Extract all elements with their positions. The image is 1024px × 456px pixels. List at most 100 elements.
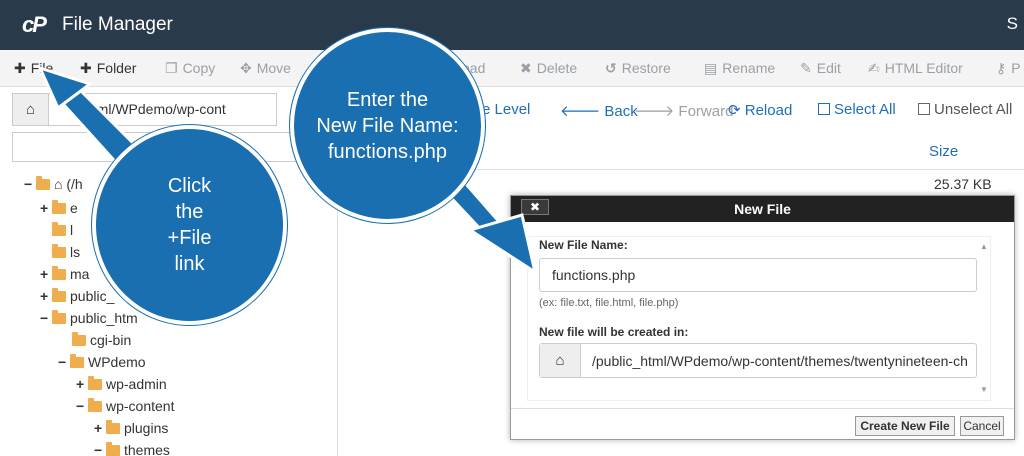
location-input[interactable]: /public_html/WPdemo/wp-content/themes/tw…	[592, 353, 972, 369]
reload-icon: ⟳	[728, 102, 741, 119]
dialog-title: New File	[511, 196, 1014, 222]
restore-label: Restore	[621, 60, 671, 76]
new-file-label: File	[30, 60, 54, 76]
file-name-input[interactable]: functions.php	[539, 258, 977, 292]
edit-button[interactable]: ✎ Edit	[800, 60, 841, 77]
folder-icon	[52, 266, 66, 280]
tree-label: wp-content	[106, 398, 175, 414]
forward-link[interactable]: 🡒 Forward	[634, 101, 733, 120]
app-title: File Manager	[62, 14, 173, 35]
tree-label: l	[70, 222, 74, 238]
reload-link[interactable]: ⟳ Reload	[728, 101, 792, 119]
collapse-toggle[interactable]: −	[58, 354, 70, 370]
rename-button[interactable]: ▤ Rename	[704, 60, 775, 77]
reload-label: Reload	[744, 102, 793, 119]
new-folder-label: Folder	[96, 60, 137, 76]
unselect-all-link[interactable]: Unselect All	[918, 101, 1012, 118]
path-input-group: ⌂ html/WPdemo/wp-cont	[12, 93, 277, 126]
tree-item-public-ftp[interactable]: + public_	[40, 288, 114, 304]
home-icon[interactable]: ⌂	[13, 94, 49, 125]
scroll-down-icon[interactable]: ▼	[980, 385, 988, 394]
tree-item-root[interactable]: − ⌂ (/h	[24, 176, 83, 192]
folder-icon	[72, 332, 86, 346]
tree-label: plugins	[124, 420, 169, 436]
checkbox-icon	[918, 103, 930, 115]
new-file-dialog: New File ✖ New File Name: functions.php …	[510, 195, 1015, 440]
back-link[interactable]: 🡐 Back	[560, 101, 638, 120]
expand-toggle[interactable]: +	[40, 266, 52, 282]
size-column-header[interactable]: Size	[929, 143, 958, 160]
forward-arrow-icon: 🡒	[634, 103, 675, 120]
dialog-footer-divider	[511, 408, 1014, 409]
tree-item-cgi-bin[interactable]: cgi-bin	[72, 332, 131, 348]
scroll-up-icon[interactable]: ▲	[980, 242, 988, 251]
move-button[interactable]: ✥ Move	[240, 60, 291, 77]
tree-item-lscache[interactable]: ls	[52, 244, 80, 260]
new-file-button[interactable]: ✚ File	[14, 60, 53, 77]
expand-toggle[interactable]: +	[76, 376, 88, 392]
folder-icon	[52, 310, 66, 324]
tree-item-wpdemo[interactable]: − WPdemo	[58, 354, 146, 370]
checkbox-icon	[818, 103, 830, 115]
edit-label: Edit	[816, 60, 841, 76]
tree-item-etc[interactable]: + e	[40, 200, 78, 216]
new-folder-button[interactable]: ✚ Folder	[80, 60, 136, 77]
back-arrow-icon: 🡐	[560, 103, 601, 120]
html-editor-button[interactable]: ✍ HTML Editor	[868, 60, 963, 77]
restore-button[interactable]: ↺ Restore	[605, 60, 671, 77]
callout-enter-name: Enter the New File Name: functions.php	[290, 28, 485, 223]
tree-item-wp-admin[interactable]: + wp-admin	[76, 376, 167, 392]
copy-button[interactable]: ❐ Copy	[165, 60, 215, 77]
expand-toggle[interactable]: +	[40, 288, 52, 304]
expand-toggle[interactable]: +	[40, 200, 52, 216]
tree-item-themes[interactable]: − themes	[94, 442, 170, 456]
delete-icon: ✖	[520, 60, 532, 76]
folder-icon	[36, 176, 50, 190]
tree-label: (/h	[66, 176, 83, 192]
collapse-toggle[interactable]: −	[94, 442, 106, 456]
permissions-label: P	[1011, 60, 1021, 76]
up-one-level-link[interactable]: e Level	[482, 101, 530, 118]
cancel-button[interactable]: Cancel	[960, 416, 1004, 436]
move-icon: ✥	[240, 60, 252, 76]
header-user-partial[interactable]: S	[1007, 14, 1018, 34]
tree-item-wp-content[interactable]: − wp-content	[76, 398, 174, 414]
collapse-toggle[interactable]: −	[76, 398, 88, 414]
path-input[interactable]: html/WPdemo/wp-cont	[85, 101, 275, 117]
home-icon: ⌂	[540, 344, 581, 377]
tree-item-logs[interactable]: l	[52, 222, 73, 238]
key-icon: ⚷	[996, 60, 1007, 76]
tree-item-mail[interactable]: + ma	[40, 266, 89, 282]
select-all-link[interactable]: Select All	[818, 101, 896, 118]
callout-text: Click the +File link	[167, 175, 212, 275]
create-new-file-button[interactable]: Create New File	[855, 416, 955, 436]
copy-label: Copy	[182, 60, 216, 76]
rename-label: Rename	[722, 60, 776, 76]
location-input-group: ⌂ /public_html/WPdemo/wp-content/themes/…	[539, 343, 977, 378]
copy-icon: ❐	[165, 60, 178, 76]
permissions-button[interactable]: ⚷ P	[996, 60, 1021, 77]
folder-icon	[88, 376, 102, 390]
unselect-all-label: Unselect All	[934, 101, 1013, 118]
expand-toggle[interactable]: +	[94, 420, 106, 436]
delete-label: Delete	[536, 60, 578, 76]
callout-click-file: Click the +File link	[92, 125, 287, 325]
folder-icon	[52, 288, 66, 302]
html-editor-icon: ✍	[868, 60, 880, 76]
edit-icon: ✎	[800, 60, 812, 76]
tree-item-plugins[interactable]: + plugins	[94, 420, 168, 436]
file-name-label: New File Name:	[539, 238, 628, 252]
tree-label: themes	[124, 442, 170, 456]
collapse-toggle[interactable]: −	[40, 310, 52, 326]
file-size-cell: 25.37 KB	[934, 176, 992, 192]
tree-item-public-html[interactable]: − public_htm	[40, 310, 138, 326]
back-label: Back	[604, 103, 638, 120]
tree-label: e	[70, 200, 78, 216]
tree-label: wp-admin	[106, 376, 167, 392]
delete-button[interactable]: ✖ Delete	[520, 60, 577, 77]
app-header: cP File Manager S	[0, 0, 1024, 50]
close-icon[interactable]: ✖	[521, 199, 549, 215]
dialog-scrollbar[interactable]: ▲ ▼	[979, 238, 989, 398]
collapse-toggle[interactable]: −	[24, 176, 36, 192]
cpanel-logo[interactable]: cP	[22, 12, 47, 38]
